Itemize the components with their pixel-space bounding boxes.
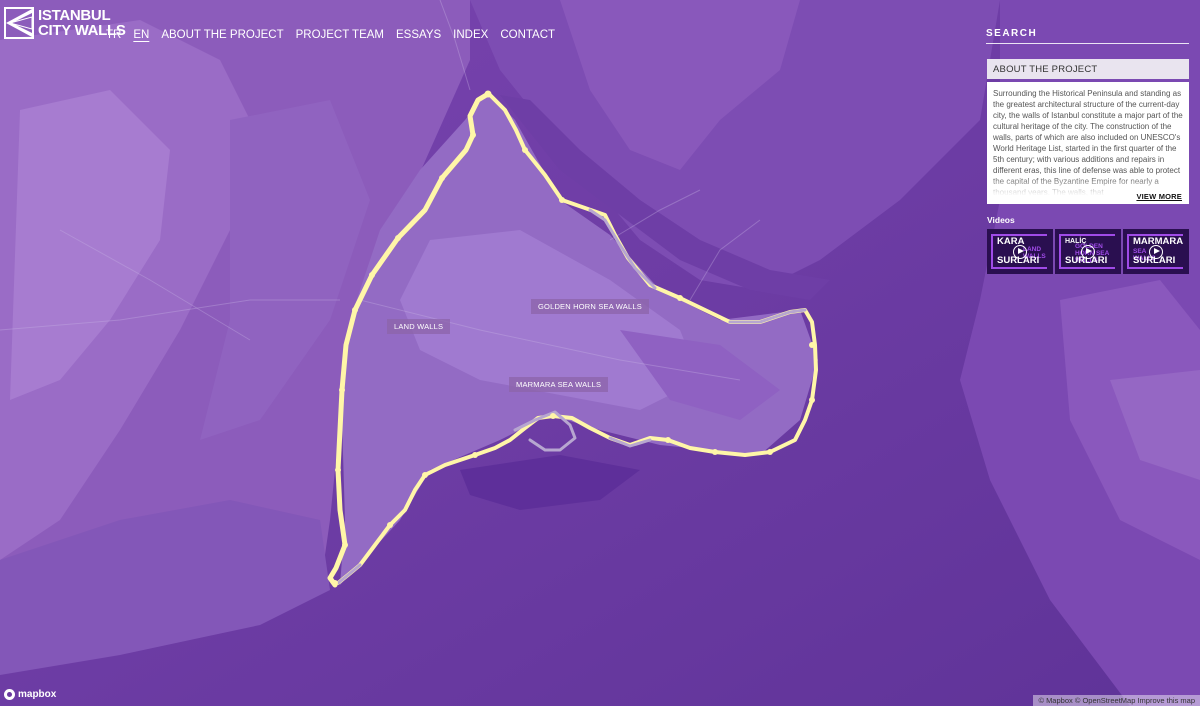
play-icon [1013, 244, 1027, 259]
nav-project-team[interactable]: PROJECT TEAM [296, 29, 384, 41]
videos-label: Videos [987, 215, 1015, 225]
map-attribution[interactable]: © Mapbox © OpenStreetMap Improve this ma… [1033, 695, 1200, 706]
mapbox-logo[interactable]: mapbox [4, 689, 56, 700]
search-field[interactable]: SEARCH [986, 28, 1189, 44]
search-label: SEARCH [986, 28, 1038, 39]
nav-essays[interactable]: ESSAYS [396, 29, 441, 41]
mapbox-icon [4, 689, 15, 700]
video-thumb-marmara[interactable]: MARMARA SEA WALLS SURLARI [1123, 229, 1189, 274]
mapbox-wordmark: mapbox [18, 689, 57, 700]
logo-line-1: ISTANBUL [38, 7, 111, 24]
video-list: KARA LAND WALLS SURLARI HALİÇ GOLDEN HOR… [987, 229, 1189, 274]
play-icon [1081, 244, 1095, 259]
video-thumb-kara[interactable]: KARA LAND WALLS SURLARI [987, 229, 1053, 274]
nav-index[interactable]: INDEX [453, 29, 488, 41]
logo-wedge-icon [4, 7, 34, 39]
nav-contact[interactable]: CONTACT [500, 29, 555, 41]
nav-lang-tr[interactable]: TR [106, 29, 121, 41]
view-more-link[interactable]: VIEW MORE [1136, 192, 1182, 201]
video-thumb-halic[interactable]: HALİÇ GOLDEN HORN SEA WALLS SURLARI [1055, 229, 1121, 274]
about-panel-body: Surrounding the Historical Peninsula and… [987, 82, 1189, 204]
main-nav: TR EN ABOUT THE PROJECT PROJECT TEAM ESS… [106, 29, 555, 41]
map-label-land-walls[interactable]: LAND WALLS [387, 319, 451, 334]
map-label-marmara-walls[interactable]: MARMARA SEA WALLS [509, 377, 609, 392]
about-panel-title: ABOUT THE PROJECT [987, 59, 1189, 79]
nav-about-project[interactable]: ABOUT THE PROJECT [161, 29, 283, 41]
play-icon [1149, 244, 1163, 259]
map-label-golden-horn-walls[interactable]: GOLDEN HORN SEA WALLS [531, 299, 649, 314]
nav-lang-en[interactable]: EN [133, 29, 149, 41]
